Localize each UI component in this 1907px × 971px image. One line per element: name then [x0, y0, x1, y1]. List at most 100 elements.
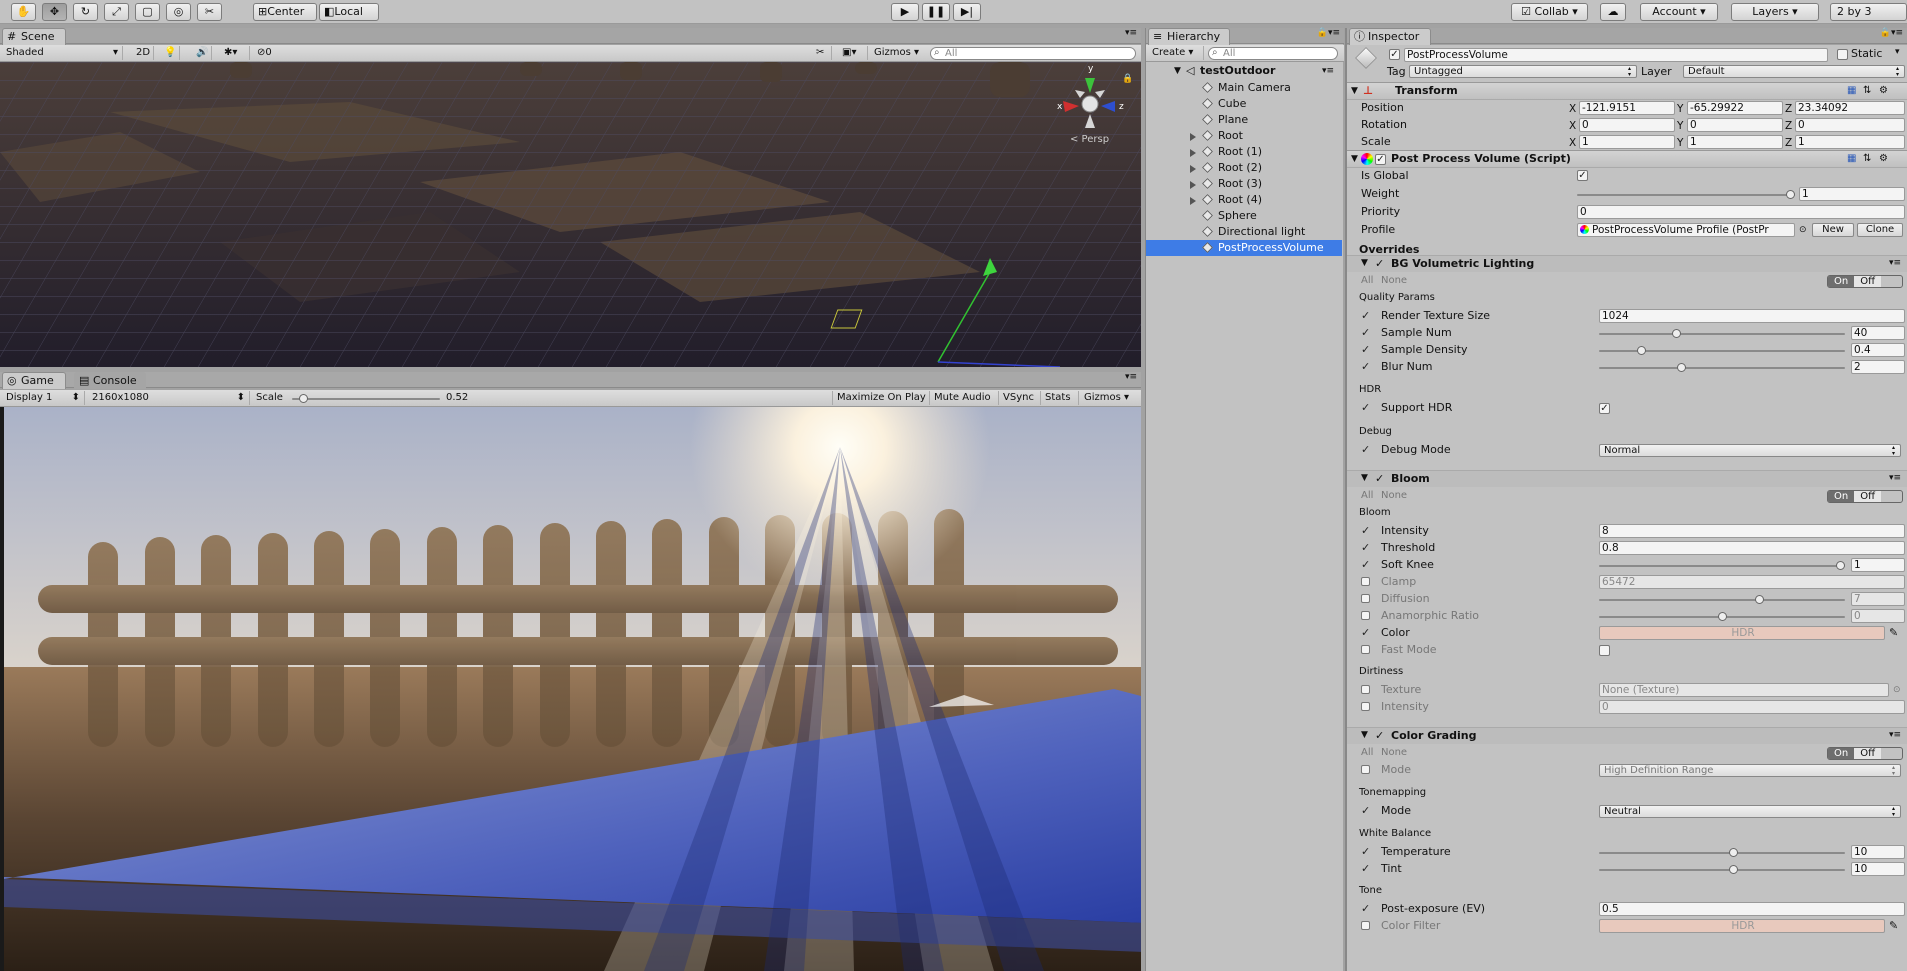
inspector-menu-icon[interactable]: 🔒▾≡ — [1880, 28, 1903, 38]
tint-field[interactable]: 10 — [1851, 862, 1905, 876]
grading-enabled-check[interactable]: ✓ — [1375, 728, 1384, 743]
dirt-intensity-field[interactable]: 0 — [1599, 700, 1905, 714]
lighting-toggle[interactable]: 💡 — [160, 46, 180, 60]
slider-knob[interactable] — [1836, 561, 1845, 570]
override-check-icon[interactable]: ✓ — [1361, 359, 1370, 375]
pause-button[interactable]: ❚❚ — [922, 3, 950, 21]
override-check-icon[interactable]: ✓ — [1361, 400, 1370, 416]
soft-knee-slider[interactable] — [1599, 565, 1845, 567]
pivot-center-button[interactable]: ⊞Center — [253, 3, 317, 21]
tint-slider[interactable] — [1599, 869, 1845, 871]
override-check-icon[interactable]: ✓ — [1361, 325, 1370, 341]
layer-dropdown[interactable]: Default — [1683, 65, 1905, 78]
tag-dropdown[interactable]: Untagged — [1409, 65, 1637, 78]
custom-tool-button[interactable]: ✂ — [197, 3, 222, 21]
vsync-toggle[interactable]: VSync — [999, 391, 1041, 405]
ppv-help-icon[interactable]: ▦ — [1847, 151, 1856, 167]
on-button[interactable]: On — [1828, 276, 1855, 287]
grading-mode-dropdown[interactable]: High Definition Range — [1599, 764, 1901, 777]
mute-audio-toggle[interactable]: Mute Audio — [930, 391, 999, 405]
soft-knee-field[interactable]: 1 — [1851, 558, 1905, 572]
diffusion-field[interactable]: 7 — [1851, 592, 1905, 606]
tab-hierarchy[interactable]: ≡ Hierarchy — [1148, 28, 1230, 45]
stats-toggle[interactable]: Stats — [1041, 391, 1079, 405]
cloud-button[interactable]: ☁ — [1600, 3, 1626, 21]
slider-knob[interactable] — [1636, 346, 1646, 355]
transform-rotation-x-field[interactable]: 0 — [1579, 118, 1675, 132]
eyedropper-icon[interactable]: ✎ — [1889, 625, 1898, 641]
hierarchy-item[interactable]: PostProcessVolume — [1146, 240, 1342, 256]
scale-slider-knob[interactable] — [298, 394, 308, 403]
bgvl-enabled-check[interactable]: ✓ — [1375, 256, 1384, 271]
on-button[interactable]: On — [1828, 748, 1855, 759]
none-toggle[interactable]: None — [1381, 273, 1407, 289]
transform-rotation-z-field[interactable]: 0 — [1795, 118, 1905, 132]
sample-density-field[interactable]: 0.4 — [1851, 343, 1905, 357]
layout-dropdown[interactable]: 2 by 3 — [1830, 3, 1907, 21]
off-button[interactable]: Off — [1854, 748, 1881, 759]
hand-tool-button[interactable]: ✋ — [11, 3, 36, 21]
anamorphic-ratio-field[interactable]: 0 — [1851, 609, 1905, 623]
diffusion-slider[interactable] — [1599, 599, 1845, 601]
ppv-gear-icon[interactable]: ⚙ — [1879, 151, 1888, 167]
maximize-on-play-toggle[interactable]: Maximize On Play — [832, 391, 930, 405]
effects-dropdown[interactable]: ✱▾ — [220, 46, 250, 60]
hierarchy-item[interactable]: Root (4) — [1146, 192, 1342, 208]
hierarchy-item[interactable]: Plane — [1146, 112, 1342, 128]
scene-root-row[interactable]: ▼ ◁ testOutdoor ▾≡ — [1146, 63, 1342, 79]
hierarchy-item[interactable]: Root — [1146, 128, 1342, 144]
blur-num-field[interactable]: 2 — [1851, 360, 1905, 374]
move-tool-button[interactable]: ✥ — [42, 3, 67, 21]
account-dropdown[interactable]: Account ▾ — [1640, 3, 1718, 21]
shading-dropdown[interactable]: Shaded ▾ — [2, 46, 123, 60]
rotate-tool-button[interactable]: ↻ — [73, 3, 98, 21]
bloom-on-off-toggle[interactable]: On Off — [1827, 490, 1903, 503]
game-gizmos-dropdown[interactable]: Gizmos ▾ — [1080, 391, 1138, 405]
override-check-icon[interactable]: ✓ — [1361, 844, 1370, 860]
off-button[interactable]: Off — [1854, 491, 1881, 502]
slider-knob[interactable] — [1717, 612, 1727, 621]
game-panel-menu-icon[interactable]: ▾≡ — [1125, 372, 1137, 382]
hierarchy-search-input[interactable]: ⌕ All — [1208, 47, 1338, 60]
slider-knob[interactable] — [1672, 329, 1682, 338]
override-checkbox[interactable] — [1361, 594, 1370, 603]
scene-tools-button[interactable]: ✂ — [812, 46, 832, 60]
bloom-threshold-field[interactable]: 0.8 — [1599, 541, 1905, 555]
grading-menu-icon[interactable]: ▾≡ — [1889, 728, 1901, 743]
create-dropdown[interactable]: Create ▾ — [1148, 46, 1204, 60]
override-checkbox[interactable] — [1361, 685, 1370, 694]
preset-icon[interactable]: ⇅ — [1863, 83, 1871, 99]
resolution-dropdown[interactable]: 2160x1080 ⬍ — [88, 391, 250, 405]
temperature-field[interactable]: 10 — [1851, 845, 1905, 859]
panel-menu-icon[interactable]: ▾≡ — [1125, 28, 1137, 38]
active-checkbox[interactable]: ✓ — [1389, 49, 1400, 60]
all-toggle[interactable]: All — [1361, 488, 1373, 504]
bgvl-header[interactable]: ▼ ✓ BG Volumetric Lighting ▾≡ — [1347, 255, 1907, 272]
scene-search-input[interactable]: ⌕ All — [930, 47, 1136, 60]
bgvl-menu-icon[interactable]: ▾≡ — [1889, 256, 1901, 271]
transform-rotation-y-field[interactable]: 0 — [1687, 118, 1783, 132]
scene-orientation-gizmo[interactable]: y x z < Persp — [1055, 64, 1125, 148]
expand-arrow-icon[interactable] — [1190, 133, 1196, 141]
override-checkbox[interactable] — [1361, 577, 1370, 586]
override-check-icon[interactable]: ✓ — [1361, 861, 1370, 877]
override-check-icon[interactable]: ✓ — [1361, 442, 1370, 458]
bgvl-on-off-toggle[interactable]: On Off — [1827, 275, 1903, 288]
tonemapping-mode-dropdown[interactable]: Neutral — [1599, 805, 1901, 818]
none-toggle[interactable]: None — [1381, 745, 1407, 761]
override-check-icon[interactable]: ✓ — [1361, 523, 1370, 539]
hierarchy-item[interactable]: Root (3) — [1146, 176, 1342, 192]
transform-position-z-field[interactable]: 23.34092 — [1795, 101, 1905, 115]
transform-position-x-field[interactable]: -121.9151 — [1579, 101, 1675, 115]
override-check-icon[interactable]: ✓ — [1361, 901, 1370, 917]
post-exposure-field[interactable]: 0.5 — [1599, 902, 1905, 916]
off-button[interactable]: Off — [1854, 276, 1881, 287]
lock-icon[interactable]: 🔒 — [1122, 74, 1133, 84]
tab-inspector[interactable]: ⓘ Inspector — [1349, 28, 1431, 45]
override-check-icon[interactable]: ✓ — [1361, 308, 1370, 324]
hierarchy-item[interactable]: Main Camera — [1146, 80, 1342, 96]
transform-tool-button[interactable]: ◎ — [166, 3, 191, 21]
override-check-icon[interactable]: ✓ — [1361, 803, 1370, 819]
hierarchy-item[interactable]: Sphere — [1146, 208, 1342, 224]
scale-slider[interactable] — [292, 398, 440, 400]
